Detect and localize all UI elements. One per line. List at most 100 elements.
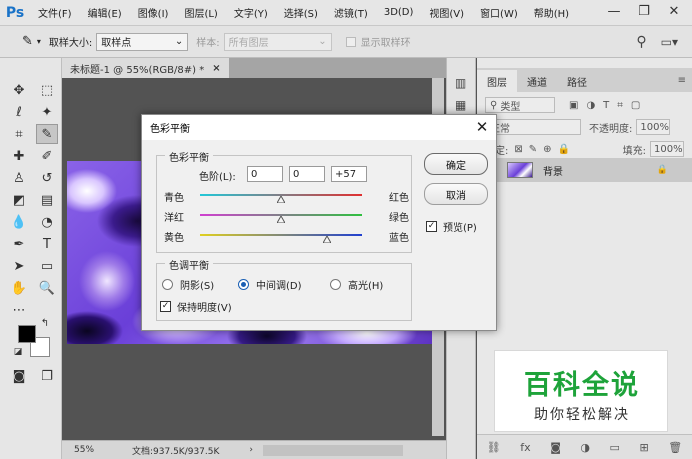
quick-mask-icon[interactable]: ◙ <box>8 366 30 386</box>
layer-filter-select[interactable]: ⚲ 类型 <box>485 97 555 113</box>
dialog-close-button[interactable]: ✕ <box>472 117 492 137</box>
search-icon[interactable]: ⚲ <box>636 34 646 50</box>
tab-layers[interactable]: 图层 <box>477 70 517 92</box>
lasso-tool-icon[interactable]: ℓ <box>8 102 30 122</box>
menu-3d[interactable]: 3D(D) <box>376 7 422 18</box>
history-brush-tool-icon[interactable]: ↺ <box>36 168 58 188</box>
default-colors-icon[interactable]: ◪ <box>12 346 24 358</box>
link-layers-icon[interactable]: ⛓ <box>487 441 501 454</box>
options-bar: ✎ ▾ 取样大小: 取样点 ⌄ 样本: 所有图层 ⌄ 显示取样环 ⚲ ▭▾ <box>0 26 692 58</box>
adjustment-layer-icon[interactable]: ◑ <box>580 441 590 454</box>
slider-magenta-green: 洋红 绿色 <box>164 209 409 224</box>
magic-wand-tool-icon[interactable]: ✦ <box>36 102 58 122</box>
fill-input[interactable]: 100% <box>650 141 684 157</box>
level-input-cyan-red[interactable]: 0 <box>247 166 283 182</box>
status-bar: 55% 文档:937.5K/937.5K › <box>62 440 446 459</box>
minimize-button[interactable]: — <box>600 0 628 22</box>
foreground-color-swatch[interactable] <box>18 325 36 343</box>
checkbox-box: ✓ <box>426 221 437 232</box>
tool-preset-chevron-icon[interactable]: ▾ <box>37 37 41 46</box>
healing-brush-tool-icon[interactable]: ✚ <box>8 146 30 166</box>
brush-tool-icon[interactable]: ✐ <box>36 146 58 166</box>
restore-button[interactable]: ❐ <box>630 0 658 22</box>
level-input-magenta-green[interactable]: 0 <box>289 166 325 182</box>
slider-thumb[interactable] <box>277 196 285 203</box>
radio-label: 中间调(D) <box>256 281 302 292</box>
lock-icons[interactable]: ⊠✎⊕🔒 <box>514 144 576 155</box>
preserve-luminosity-checkbox[interactable]: ✓ 保持明度(V) <box>160 299 232 314</box>
zoom-level[interactable]: 55% <box>74 445 114 455</box>
menu-view[interactable]: 视图(V) <box>421 5 472 20</box>
menu-window[interactable]: 窗口(W) <box>472 5 526 20</box>
clone-stamp-tool-icon[interactable]: ♙ <box>8 168 30 188</box>
document-tab[interactable]: 未标题-1 @ 55%(RGB/8#) * × <box>62 58 229 78</box>
layer-thumbnail <box>507 162 533 178</box>
radio-highlights[interactable]: 高光(H) <box>330 277 383 292</box>
ok-button[interactable]: 确定 <box>424 153 488 175</box>
status-arrow-icon[interactable]: › <box>249 445 253 455</box>
opacity-input[interactable]: 100% <box>636 119 671 135</box>
radio-midtones[interactable]: 中间调(D) <box>238 277 302 292</box>
menu-filter[interactable]: 滤镜(T) <box>326 5 376 20</box>
add-mask-icon[interactable]: ◙ <box>550 441 561 454</box>
histogram-panel-icon[interactable]: ▥ <box>455 76 466 90</box>
tab-channels[interactable]: 通道 <box>517 70 557 92</box>
watermark-subtitle: 助你轻松解决 <box>534 407 630 423</box>
level-input-yellow-blue[interactable]: +57 <box>331 166 367 182</box>
radio-shadows[interactable]: 阴影(S) <box>162 277 214 292</box>
hand-tool-icon[interactable]: ✋ <box>8 278 30 298</box>
move-tool-icon[interactable]: ✥ <box>8 80 30 100</box>
pen-tool-icon[interactable]: ✒ <box>8 234 30 254</box>
close-window-button[interactable]: ✕ <box>660 0 688 22</box>
gradient-tool-icon[interactable]: ▤ <box>36 190 58 210</box>
doc-info: 文档:937.5K/937.5K <box>132 446 220 457</box>
delete-layer-icon[interactable]: 🗑 <box>668 441 682 454</box>
eraser-tool-icon[interactable]: ◩ <box>8 190 30 210</box>
preview-checkbox[interactable]: ✓ 预览(P) <box>426 219 477 234</box>
marquee-tool-icon[interactable]: ⬚ <box>36 80 58 100</box>
crop-tool-icon[interactable]: ⌗ <box>8 124 30 144</box>
menu-edit[interactable]: 编辑(E) <box>80 5 130 20</box>
menu-type[interactable]: 文字(Y) <box>226 5 276 20</box>
slider-thumb[interactable] <box>277 216 285 223</box>
workspace-icon[interactable]: ▭▾ <box>661 35 678 49</box>
sample-label: 样本: <box>196 38 220 49</box>
cancel-button[interactable]: 取消 <box>424 183 488 205</box>
new-group-icon[interactable]: ▭ <box>610 441 620 454</box>
sample-size-select[interactable]: 取样点 ⌄ <box>96 32 189 51</box>
eyedropper-tool-icon[interactable]: ✎ <box>22 34 33 49</box>
path-selection-tool-icon[interactable]: ➤ <box>8 256 30 276</box>
tab-paths[interactable]: 路径 <box>557 70 597 92</box>
swap-colors-icon[interactable]: ↰ <box>38 316 52 330</box>
layer-row-background[interactable]: ◉ 背景 🔒 <box>477 158 692 182</box>
panel-menu-icon[interactable]: ≡ <box>678 75 686 86</box>
menu-help[interactable]: 帮助(H) <box>526 5 577 20</box>
more-tools-icon[interactable]: ⋯ <box>8 300 30 320</box>
menu-layer[interactable]: 图层(L) <box>176 5 225 20</box>
layer-filter-icons[interactable]: ▣◑T⌗▢ <box>569 100 648 111</box>
close-tab-icon[interactable]: × <box>212 63 220 74</box>
menu-image[interactable]: 图像(I) <box>130 5 177 20</box>
menu-select[interactable]: 选择(S) <box>276 5 326 20</box>
horizontal-scrollbar[interactable] <box>263 444 404 456</box>
blend-mode-select[interactable]: 正常 <box>485 119 581 135</box>
dodge-tool-icon[interactable]: ◔ <box>36 212 58 232</box>
eyedropper-tool-icon[interactable]: ✎ <box>36 124 58 144</box>
preserve-luminosity-label: 保持明度(V) <box>177 303 232 314</box>
menu-file[interactable]: 文件(F) <box>30 5 80 20</box>
slider-thumb[interactable] <box>323 236 332 243</box>
screen-mode-icon[interactable]: ❐ <box>36 366 58 386</box>
sample-select[interactable]: 所有图层 ⌄ <box>223 32 332 51</box>
show-ring-checkbox[interactable] <box>345 36 356 47</box>
rectangle-tool-icon[interactable]: ▭ <box>36 256 58 276</box>
swatches-panel-icon[interactable]: ▦ <box>455 98 466 112</box>
dialog-title: 色彩平衡 <box>150 124 190 135</box>
new-layer-icon[interactable]: ⊞ <box>639 441 648 454</box>
blur-tool-icon[interactable]: 💧 <box>8 212 30 232</box>
layer-name: 背景 <box>543 166 563 178</box>
sample-size-value: 取样点 <box>101 38 132 49</box>
slider-track[interactable] <box>200 234 362 236</box>
zoom-tool-icon[interactable]: 🔍 <box>36 278 58 298</box>
type-tool-icon[interactable]: T <box>36 234 58 254</box>
fx-icon[interactable]: fx <box>520 441 530 454</box>
